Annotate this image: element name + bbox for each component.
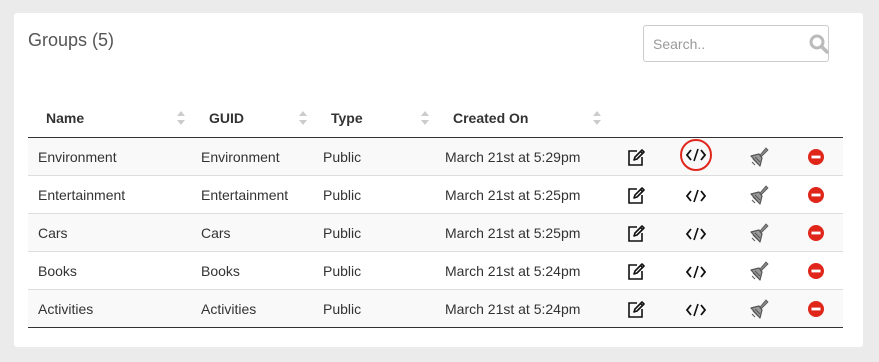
embed-code-button[interactable] [665, 137, 727, 176]
column-header-label: GUID [209, 110, 244, 126]
cell-name: Cars [28, 213, 191, 252]
edit-icon[interactable] [626, 223, 646, 242]
cell-guid: Activities [191, 289, 313, 328]
embed-code-icon[interactable] [686, 186, 706, 202]
column-header-type[interactable]: Type [313, 99, 435, 138]
table-row[interactable]: Activities Activities Public March 21st at … [28, 289, 843, 328]
clean-brush-icon[interactable] [747, 222, 769, 243]
cell-guid: Books [191, 251, 313, 290]
edit-button[interactable] [607, 175, 665, 214]
cell-name: Environment [28, 137, 191, 176]
panel-title: Groups (5) [28, 30, 115, 50]
delete-icon[interactable] [808, 300, 824, 318]
delete-button[interactable] [789, 137, 843, 176]
search-box[interactable] [643, 25, 829, 62]
column-header-action [727, 99, 789, 138]
cell-guid: Cars [191, 213, 313, 252]
edit-icon[interactable] [626, 147, 646, 166]
cell-type: Public [313, 213, 435, 252]
cell-type: Public [313, 175, 435, 214]
clean-brush-button[interactable] [727, 213, 789, 252]
column-header-label: Type [331, 110, 363, 126]
groups-table: Name GUID Type Created On Environment Enviro… [28, 99, 843, 328]
embed-code-icon[interactable] [686, 224, 706, 240]
edit-button[interactable] [607, 251, 665, 290]
column-header-action [789, 99, 843, 138]
cell-created: March 21st at 5:29pm [435, 137, 607, 176]
table-body: Environment Environment Public March 21st a… [28, 137, 843, 328]
cell-type: Public [313, 251, 435, 290]
embed-code-button[interactable] [665, 251, 727, 290]
clean-brush-button[interactable] [727, 175, 789, 214]
clean-brush-button[interactable] [727, 289, 789, 328]
clean-brush-icon[interactable] [747, 146, 769, 167]
table-row[interactable]: Entertainment Entertainment Public March 21… [28, 175, 843, 214]
clean-brush-button[interactable] [727, 251, 789, 290]
delete-button[interactable] [789, 289, 843, 328]
edit-icon[interactable] [626, 299, 646, 318]
clean-brush-icon[interactable] [747, 260, 769, 281]
column-header-name[interactable]: Name [28, 99, 191, 138]
cell-type: Public [313, 289, 435, 328]
edit-icon[interactable] [626, 261, 646, 280]
cell-name: Activities [28, 289, 191, 328]
search-icon[interactable] [809, 34, 829, 54]
cell-name: Books [28, 251, 191, 290]
delete-button[interactable] [789, 175, 843, 214]
column-header-created-on[interactable]: Created On [435, 99, 607, 138]
column-header-label: Created On [453, 110, 529, 126]
table-row[interactable]: Books Books Public March 21st at 5:24pm [28, 251, 843, 290]
embed-code-button[interactable] [665, 175, 727, 214]
clean-brush-icon[interactable] [747, 298, 769, 319]
delete-icon[interactable] [808, 148, 824, 166]
clean-brush-icon[interactable] [747, 184, 769, 205]
groups-panel: Groups (5) Name GUID Type Created On Enviro… [14, 13, 863, 347]
sort-arrows-icon[interactable] [421, 111, 429, 125]
cell-created: March 21st at 5:24pm [435, 289, 607, 328]
delete-button[interactable] [789, 251, 843, 290]
embed-code-icon[interactable] [680, 139, 712, 171]
embed-code-button[interactable] [665, 213, 727, 252]
cell-created: March 21st at 5:25pm [435, 175, 607, 214]
cell-guid: Entertainment [191, 175, 313, 214]
table-row[interactable]: Cars Cars Public March 21st at 5:25pm [28, 213, 843, 252]
sort-arrows-icon[interactable] [299, 111, 307, 125]
delete-icon[interactable] [808, 224, 824, 242]
embed-code-icon[interactable] [686, 262, 706, 278]
column-header-action [607, 99, 665, 138]
edit-button[interactable] [607, 137, 665, 176]
cell-name: Entertainment [28, 175, 191, 214]
column-header-label: Name [46, 110, 85, 126]
embed-code-icon[interactable] [686, 300, 706, 316]
cell-guid: Environment [191, 137, 313, 176]
clean-brush-button[interactable] [727, 137, 789, 176]
column-header-action [665, 99, 727, 138]
search-input[interactable] [644, 26, 804, 61]
sort-arrows-icon[interactable] [593, 111, 601, 125]
delete-icon[interactable] [808, 262, 824, 280]
embed-code-button[interactable] [665, 289, 727, 328]
edit-button[interactable] [607, 289, 665, 328]
delete-button[interactable] [789, 213, 843, 252]
cell-type: Public [313, 137, 435, 176]
sort-arrows-icon[interactable] [177, 111, 185, 125]
column-header-guid[interactable]: GUID [191, 99, 313, 138]
edit-icon[interactable] [626, 185, 646, 204]
delete-icon[interactable] [808, 186, 824, 204]
cell-created: March 21st at 5:24pm [435, 251, 607, 290]
table-row[interactable]: Environment Environment Public March 21st a… [28, 137, 843, 176]
table-header-row: Name GUID Type Created On [28, 99, 843, 138]
cell-created: March 21st at 5:25pm [435, 213, 607, 252]
edit-button[interactable] [607, 213, 665, 252]
